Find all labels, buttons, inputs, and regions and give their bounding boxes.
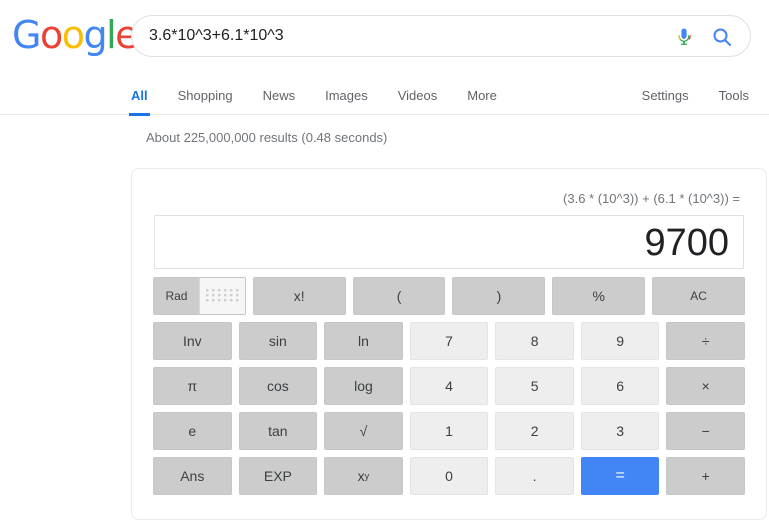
key-power[interactable]: xy — [324, 457, 403, 495]
key-exp[interactable]: EXP — [238, 457, 318, 495]
keypad-row: Rad x! ( ) % AC — [153, 277, 745, 315]
tab-shopping[interactable]: Shopping — [178, 75, 233, 115]
key-3[interactable]: 3 — [580, 412, 660, 450]
calculator-card: (3.6 * (10^3)) + (6.1 * (10^3)) = 9700 R… — [131, 168, 767, 520]
key-cos[interactable]: cos — [238, 367, 318, 405]
microphone-icon[interactable] — [672, 25, 696, 49]
settings-button[interactable]: Settings — [642, 75, 689, 115]
angle-mode-toggle[interactable]: Rad — [153, 277, 246, 315]
key-square-root[interactable]: √ — [324, 412, 403, 450]
calculator-display[interactable]: 9700 — [154, 215, 744, 269]
keypad-row: Inv sin ln 7 8 9 ÷ — [153, 322, 746, 360]
key-6[interactable]: 6 — [580, 367, 660, 405]
key-pi[interactable]: π — [153, 367, 232, 405]
key-log[interactable]: log — [324, 367, 403, 405]
key-power-base: x — [357, 468, 365, 484]
nav-tabs-left: All Shopping News Images Videos More — [129, 75, 527, 116]
rad-toggle-button[interactable]: Rad — [154, 278, 199, 314]
calculator-answer: 9700 — [644, 222, 729, 264]
tab-all[interactable]: All — [129, 75, 150, 116]
key-1[interactable]: 1 — [409, 412, 489, 450]
keypad-row: e tan √ 1 2 3 − — [153, 412, 746, 450]
search-nav-bar: All Shopping News Images Videos More Set… — [0, 75, 769, 116]
tab-images[interactable]: Images — [325, 75, 368, 115]
key-tan[interactable]: tan — [238, 412, 318, 450]
google-logo[interactable]: Google — [12, 13, 139, 57]
key-decimal-point[interactable]: . — [495, 457, 574, 495]
key-ans[interactable]: Ans — [153, 457, 232, 495]
key-add[interactable]: + — [666, 457, 746, 495]
search-input[interactable] — [149, 16, 669, 56]
key-multiply[interactable]: × — [666, 367, 746, 405]
key-0[interactable]: 0 — [409, 457, 489, 495]
keypad-row: Ans EXP xy 0 . = + — [153, 457, 746, 495]
key-inverse[interactable]: Inv — [153, 322, 232, 360]
key-all-clear[interactable]: AC — [652, 277, 745, 315]
logo-letter-o2: o — [61, 13, 85, 57]
key-divide[interactable]: ÷ — [666, 322, 746, 360]
key-4[interactable]: 4 — [409, 367, 489, 405]
search-bar[interactable] — [131, 15, 751, 57]
key-9[interactable]: 9 — [580, 322, 660, 360]
keypad-dots-icon[interactable] — [198, 278, 245, 314]
page-header: Google — [0, 0, 769, 72]
key-percent[interactable]: % — [552, 277, 646, 315]
key-equals[interactable]: = — [580, 457, 660, 495]
search-icon[interactable] — [710, 25, 734, 49]
key-open-paren[interactable]: ( — [352, 277, 446, 315]
calculator-expression: (3.6 * (10^3)) + (6.1 * (10^3)) = — [563, 191, 740, 206]
key-2[interactable]: 2 — [495, 412, 574, 450]
result-stats: About 225,000,000 results (0.48 seconds) — [146, 130, 388, 145]
key-ln[interactable]: ln — [324, 322, 403, 360]
tab-more[interactable]: More — [467, 75, 497, 115]
keypad-row: π cos log 4 5 6 × — [153, 367, 746, 405]
logo-letter-g1: G — [12, 13, 41, 57]
key-7[interactable]: 7 — [409, 322, 489, 360]
key-close-paren[interactable]: ) — [452, 277, 546, 315]
calculator-keypad: Rad x! ( ) % AC Inv sin ln 7 8 9 ÷ π cos… — [153, 277, 746, 495]
nav-tabs-right: Settings Tools — [612, 75, 749, 115]
key-e[interactable]: e — [153, 412, 232, 450]
logo-letter-o1: o — [39, 13, 63, 57]
key-subtract[interactable]: − — [666, 412, 746, 450]
logo-letter-g2: g — [83, 13, 107, 57]
tools-button[interactable]: Tools — [719, 75, 749, 115]
key-sin[interactable]: sin — [238, 322, 318, 360]
key-factorial[interactable]: x! — [252, 277, 346, 315]
tab-news[interactable]: News — [263, 75, 296, 115]
tab-videos[interactable]: Videos — [398, 75, 438, 115]
key-5[interactable]: 5 — [495, 367, 574, 405]
logo-letter-l: l — [106, 13, 117, 57]
key-8[interactable]: 8 — [495, 322, 574, 360]
